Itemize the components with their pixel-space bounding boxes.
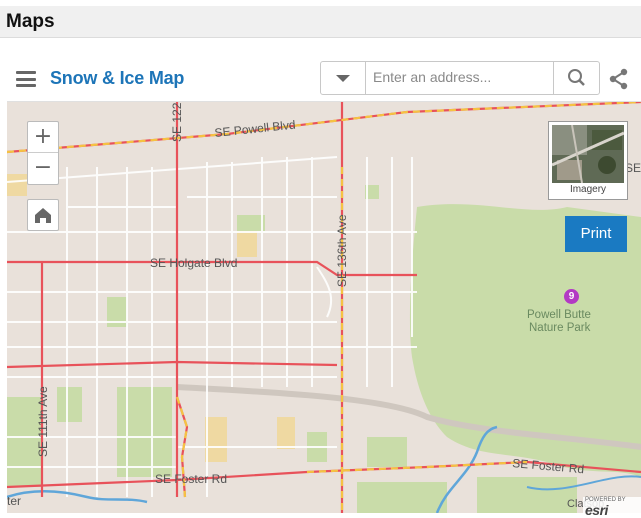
search-button[interactable] — [553, 62, 600, 94]
search-box — [320, 61, 600, 95]
zoom-out-button[interactable]: − — [28, 153, 58, 183]
share-icon — [609, 68, 628, 90]
zoom-in-button[interactable]: + — [28, 122, 58, 153]
map-toolbar: Snow & Ice Map — [7, 57, 641, 102]
imagery-thumbnail — [552, 125, 624, 183]
label-122-ave: SE 122 — [170, 102, 184, 142]
home-button[interactable] — [27, 199, 59, 231]
page-title: Maps — [6, 11, 55, 32]
address-search-input[interactable] — [367, 63, 562, 91]
poi-marker[interactable]: 9 — [564, 289, 579, 304]
print-button[interactable]: Print — [565, 216, 627, 252]
search-icon — [568, 69, 585, 86]
esri-attribution[interactable]: POWERED BY esri — [583, 497, 641, 518]
label-foster-rd-west: SE Foster Rd — [155, 472, 227, 486]
search-source-dropdown[interactable] — [321, 62, 366, 94]
share-button[interactable] — [607, 67, 631, 91]
label-edge-ter: ter — [7, 494, 21, 508]
app-title: Snow & Ice Map — [50, 68, 185, 88]
hamburger-menu-icon[interactable] — [16, 71, 36, 87]
label-park-line1: Powell Butte — [527, 309, 591, 321]
basemap-toggle-imagery[interactable]: Imagery — [548, 121, 628, 200]
zoom-control: + − — [27, 121, 59, 185]
home-icon — [35, 208, 51, 223]
label-holgate-blvd: SE Holgate Blvd — [150, 256, 237, 270]
label-park-line2: Nature Park — [529, 322, 591, 334]
basemap-label: Imagery — [569, 184, 607, 195]
label-111th-ave: SE 111th Ave — [36, 386, 50, 457]
map-layer[interactable]: SE Powell Blvd SE Holgate Blvd SE 136th … — [7, 57, 641, 513]
label-136th-ave: SE 136th Ave — [335, 214, 349, 287]
map-canvas[interactable]: SE Powell Blvd SE Holgate Blvd SE 136th … — [7, 57, 641, 513]
esri-logo: esri — [585, 502, 608, 518]
chevron-down-icon — [336, 75, 350, 82]
page-header: Maps — [0, 6, 641, 38]
